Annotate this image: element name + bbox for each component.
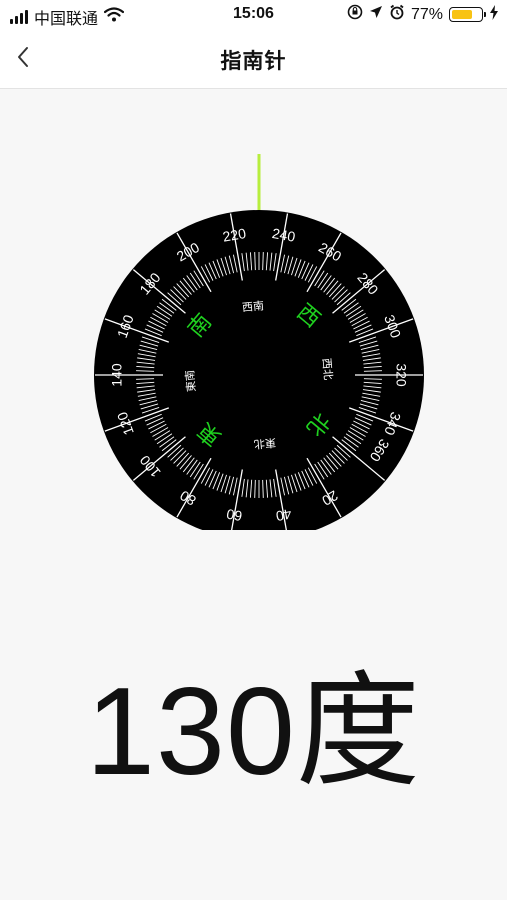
minor-tick (254, 479, 256, 498)
minor-tick (136, 378, 155, 380)
charging-icon (489, 4, 499, 25)
nav-bar: 指南针 (0, 32, 507, 89)
northwest-label: 西北 (320, 358, 335, 381)
minor-tick (262, 479, 264, 498)
minor-tick (363, 370, 382, 372)
status-right: 77% (347, 4, 499, 25)
status-bar: 中国联通 15:06 77% (0, 0, 507, 32)
tick-label: 320 (393, 363, 409, 387)
minor-tick (136, 370, 155, 372)
minor-tick (363, 378, 382, 380)
alarm-icon (389, 4, 405, 25)
southeast-label: 東南 (183, 369, 198, 392)
orientation-lock-icon (347, 4, 363, 25)
minor-tick (254, 252, 256, 271)
heading-readout: 130度 (86, 663, 421, 801)
battery-icon (449, 7, 486, 22)
northeast-label: 東北 (253, 436, 276, 451)
battery-percent: 77% (410, 5, 443, 23)
tick-label: 140 (109, 363, 125, 387)
battery-level-fill (452, 10, 472, 19)
tick-label: 60 (225, 506, 243, 524)
page-title: 指南针 (220, 50, 287, 73)
compass: 20 40 60 80 100 120 140 160 180 200 220 240 260 280 30… (0, 150, 507, 540)
compass-dial-svg: 20406080100120140160180200220 24026028030… (94, 154, 424, 540)
location-icon (369, 5, 383, 24)
tick-label: 40 (274, 506, 292, 524)
minor-tick (262, 252, 264, 271)
southwest-label: 西南 (242, 299, 265, 314)
